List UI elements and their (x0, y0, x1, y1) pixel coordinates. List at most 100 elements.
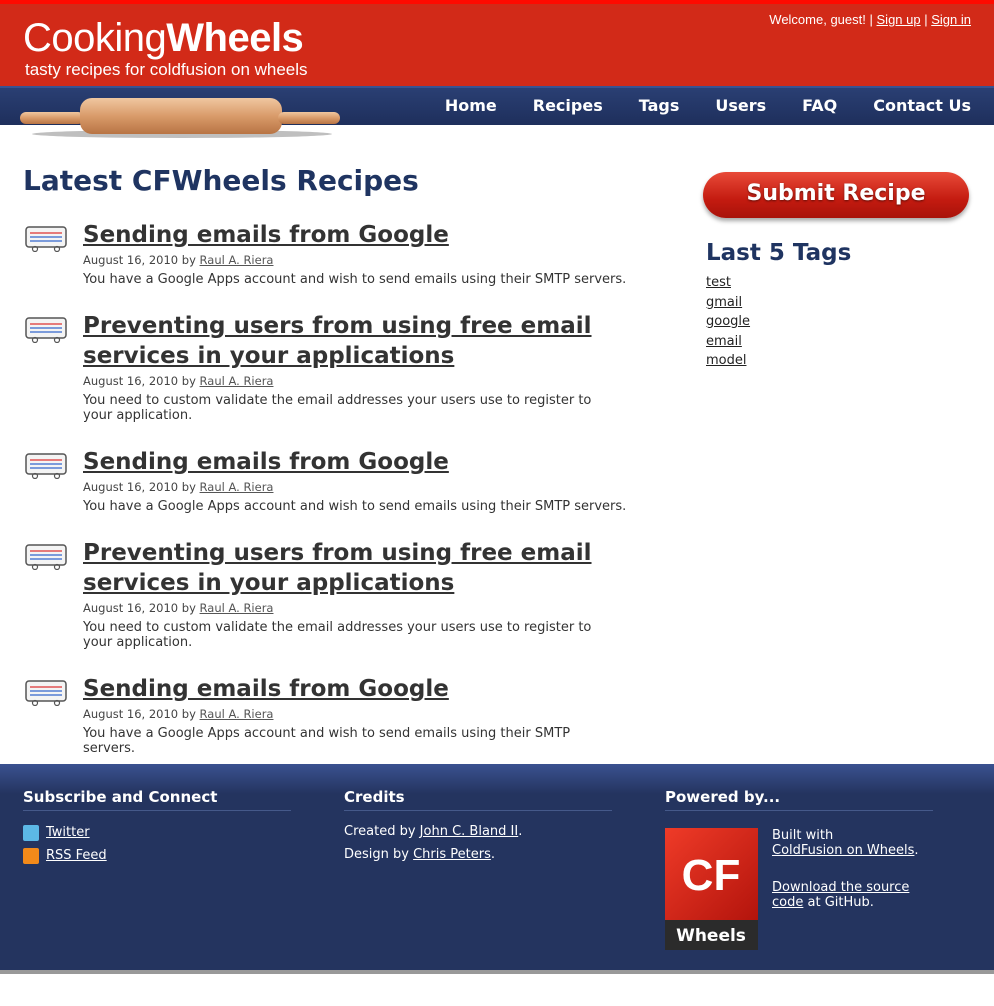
recipe-title-link[interactable]: Sending emails from Google (83, 449, 449, 475)
logo-bold-text: Wheels (166, 16, 304, 60)
recipe-card-icon (25, 453, 67, 479)
list-item: Sending emails from Google August 16, 20… (23, 220, 663, 287)
recipe-title-link[interactable]: Preventing users from using free email s… (83, 540, 592, 596)
nav-contact[interactable]: Contact Us (873, 96, 971, 115)
nav-tags[interactable]: Tags (639, 96, 680, 115)
period: . (518, 824, 523, 839)
tag-link[interactable]: model (706, 353, 746, 368)
list-item: Preventing users from using free email s… (23, 311, 663, 423)
nav-faq[interactable]: FAQ (802, 96, 837, 115)
wheels-logo-text: Wheels (676, 926, 746, 946)
footer-credits-title: Credits (344, 788, 612, 811)
tag-link[interactable]: gmail (706, 295, 742, 310)
welcome-text: Welcome, guest! (769, 12, 866, 27)
period: . (490, 847, 496, 862)
recipe-card-icon (25, 544, 67, 570)
cf-logo-text: CF (682, 851, 741, 900)
designer-link[interactable]: Chris Peters (413, 847, 491, 862)
recipe-description: You have a Google Apps account and wish … (83, 726, 571, 756)
tag-list: test gmail google email model (706, 273, 750, 371)
recipe-description: You have a Google Apps account and wish … (83, 499, 627, 514)
by-text: by (181, 601, 196, 615)
list-item: RSS Feed (23, 844, 291, 867)
social-list: Twitter RSS Feed (23, 821, 291, 867)
signin-link[interactable]: Sign in (931, 12, 971, 27)
list-item: google (706, 312, 750, 332)
list-item: Twitter (23, 821, 291, 844)
period: . (914, 843, 919, 858)
cfwheels-logo[interactable]: CF Wheels (665, 828, 758, 950)
recipe-title: Sending emails from Google (83, 674, 663, 704)
tag-link[interactable]: test (706, 275, 731, 290)
site-tagline: tasty recipes for coldfusion on wheels (25, 60, 308, 79)
footer-credits: Credits Created by John C. Bland II. Des… (344, 788, 612, 866)
built-with-line: Built with ColdFusion on Wheels. (772, 828, 942, 858)
footer-powered-title: Powered by... (665, 788, 933, 811)
recipe-title: Sending emails from Google (83, 447, 663, 477)
recipe-title: Preventing users from using free email s… (83, 538, 663, 598)
tags-title: Last 5 Tags (706, 240, 852, 266)
nav-users[interactable]: Users (715, 96, 766, 115)
list-item: gmail (706, 293, 750, 313)
list-item: test (706, 273, 750, 293)
framework-link[interactable]: ColdFusion on Wheels (772, 843, 914, 858)
recipe-list: Sending emails from Google August 16, 20… (23, 220, 663, 780)
by-text: by (181, 374, 196, 388)
twitter-icon (23, 824, 39, 841)
by-text: by (181, 253, 196, 267)
recipe-date: August 16, 2010 (83, 480, 179, 494)
recipe-title-link[interactable]: Sending emails from Google (83, 676, 449, 702)
recipe-meta: August 16, 2010 by Raul A. Riera (83, 707, 663, 721)
footer-subscribe: Subscribe and Connect Twitter RSS Feed (23, 788, 291, 867)
credits-created: Created by John C. Bland II. (344, 820, 612, 843)
recipe-description: You need to custom validate the email ad… (83, 393, 592, 423)
recipe-card-icon (25, 317, 67, 343)
rolling-pin-icon (20, 98, 340, 138)
built-with-label: Built with (772, 828, 834, 843)
recipe-title: Sending emails from Google (83, 220, 663, 250)
submit-recipe-button[interactable]: Submit Recipe (703, 172, 969, 218)
built-with-text: Built with ColdFusion on Wheels. Download… (772, 828, 942, 910)
user-bar: Welcome, guest! | Sign up | Sign in (769, 12, 971, 27)
list-item: Sending emails from Google August 16, 20… (23, 447, 663, 514)
recipe-date: August 16, 2010 (83, 707, 179, 721)
recipe-card-icon (25, 680, 67, 706)
recipe-meta: August 16, 2010 by Raul A. Riera (83, 601, 663, 615)
design-by-label: Design by (344, 847, 409, 862)
nav-recipes[interactable]: Recipes (533, 96, 603, 115)
signup-link[interactable]: Sign up (877, 12, 921, 27)
twitter-link[interactable]: Twitter (46, 821, 90, 844)
recipe-description: You have a Google Apps account and wish … (83, 272, 627, 287)
site-footer: Subscribe and Connect Twitter RSS Feed C… (0, 764, 994, 970)
site-header: CookingWheels tasty recipes for coldfusi… (0, 4, 994, 86)
page-title: Latest CFWheels Recipes (23, 164, 419, 197)
recipe-meta: August 16, 2010 by Raul A. Riera (83, 374, 663, 388)
recipe-date: August 16, 2010 (83, 601, 179, 615)
nav-home[interactable]: Home (445, 96, 497, 115)
by-text: by (181, 707, 196, 721)
download-line: Download the source code at GitHub. (772, 880, 942, 910)
recipe-author-link[interactable]: Raul A. Riera (200, 707, 274, 721)
recipe-author-link[interactable]: Raul A. Riera (200, 374, 274, 388)
footer-subscribe-title: Subscribe and Connect (23, 788, 291, 811)
separator: | (869, 12, 873, 27)
recipe-title-link[interactable]: Preventing users from using free email s… (83, 313, 592, 369)
tag-link[interactable]: email (706, 334, 742, 349)
site-logo[interactable]: CookingWheels (23, 16, 304, 60)
recipe-meta: August 16, 2010 by Raul A. Riera (83, 480, 663, 494)
recipe-author-link[interactable]: Raul A. Riera (200, 253, 274, 267)
tag-link[interactable]: google (706, 314, 750, 329)
recipe-title-link[interactable]: Sending emails from Google (83, 222, 449, 248)
recipe-date: August 16, 2010 (83, 374, 179, 388)
credits-body: Created by John C. Bland II. Design by C… (344, 820, 612, 866)
recipe-author-link[interactable]: Raul A. Riera (200, 601, 274, 615)
list-item: Sending emails from Google August 16, 20… (23, 674, 663, 756)
rss-icon (23, 847, 39, 864)
recipe-author-link[interactable]: Raul A. Riera (200, 480, 274, 494)
logo-light-text: Cooking (23, 16, 167, 60)
recipe-meta: August 16, 2010 by Raul A. Riera (83, 253, 663, 267)
list-item: email (706, 332, 750, 352)
credits-design: Design by Chris Peters. (344, 843, 612, 866)
creator-link[interactable]: John C. Bland II (420, 824, 519, 839)
rss-link[interactable]: RSS Feed (46, 844, 107, 867)
